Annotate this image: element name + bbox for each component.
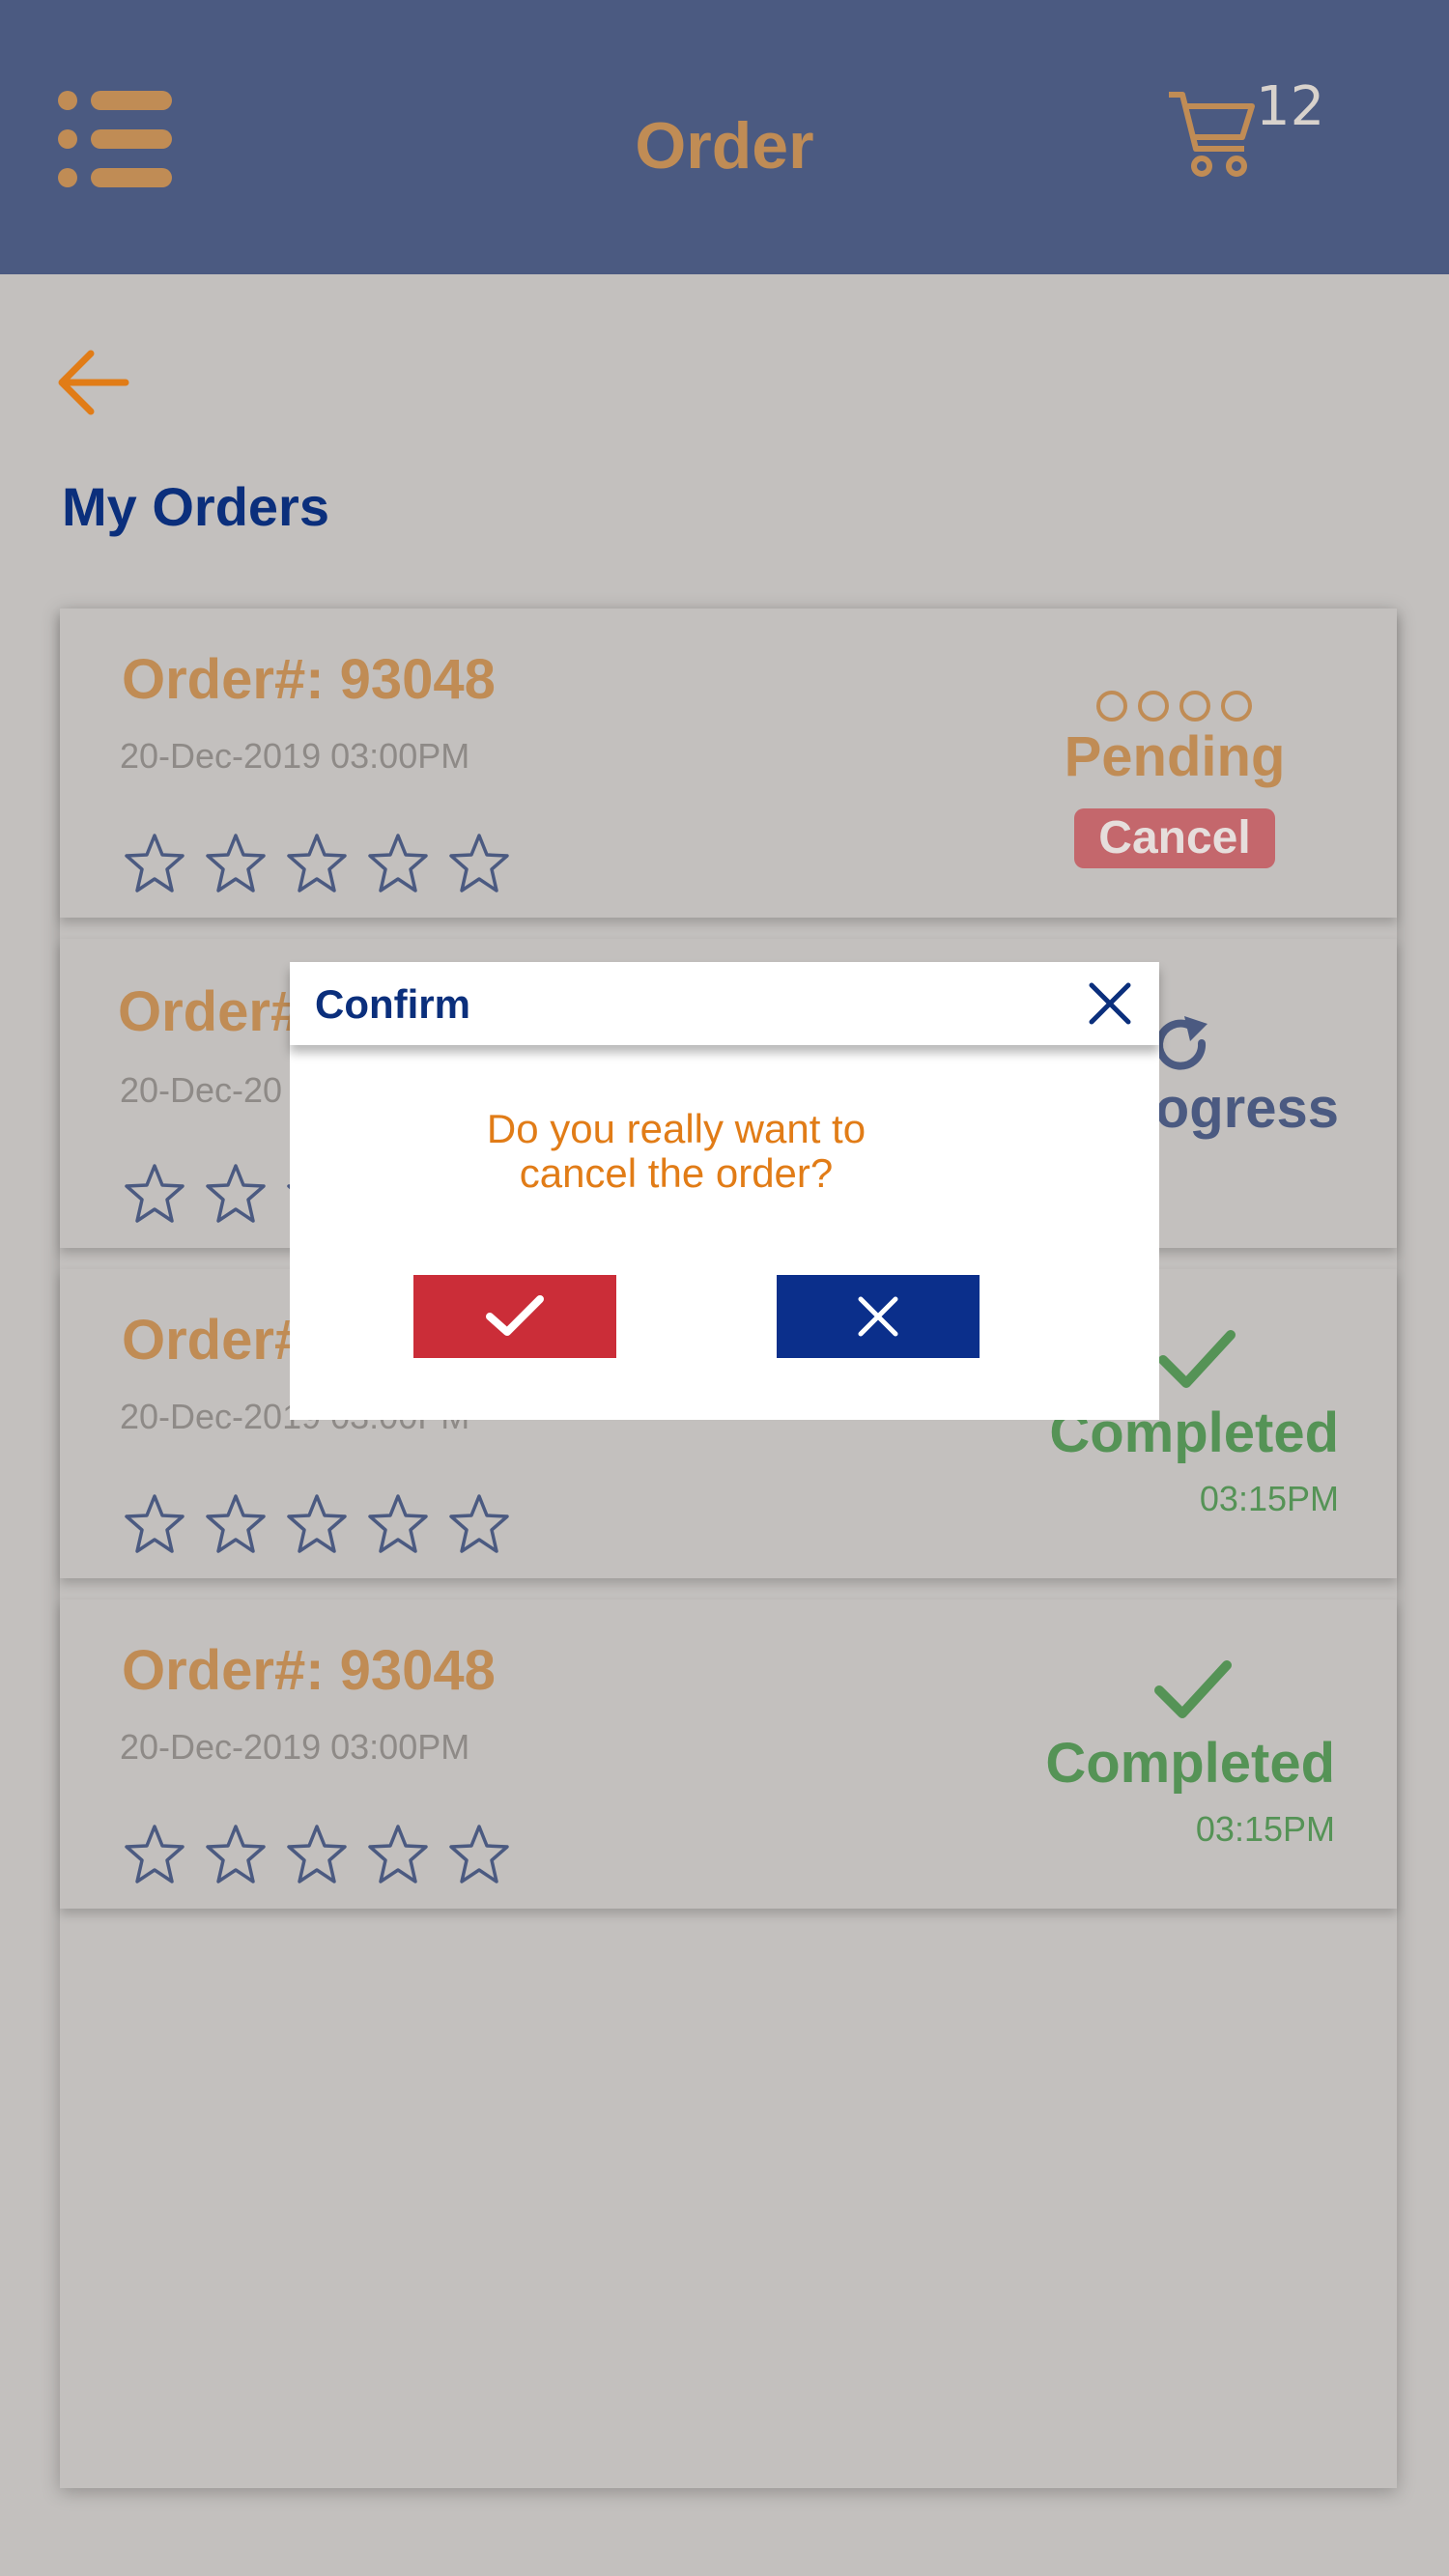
confirm-cancel-button[interactable] <box>413 1275 616 1358</box>
pending-dots-icon <box>1096 691 1252 722</box>
star-icon[interactable] <box>448 1493 510 1555</box>
star-icon[interactable] <box>205 1163 267 1225</box>
star-icon[interactable] <box>367 1824 429 1885</box>
order-number: Order# <box>118 980 302 1043</box>
star-icon[interactable] <box>286 1824 348 1885</box>
checkmark-icon <box>1158 1330 1236 1388</box>
checkmark-icon <box>1154 1660 1232 1718</box>
cart-count-badge: 12 <box>1256 75 1325 138</box>
order-date: 20-Dec-20 <box>120 1070 283 1110</box>
star-icon[interactable] <box>286 833 348 894</box>
close-icon[interactable] <box>1086 979 1134 1028</box>
app-header: Order 12 <box>0 0 1449 274</box>
star-icon[interactable] <box>124 1493 185 1555</box>
order-status: Completed 03:15PM <box>929 1657 1335 1850</box>
star-icon[interactable] <box>367 833 429 894</box>
star-icon[interactable] <box>124 1824 185 1885</box>
rating-stars <box>124 1493 510 1555</box>
dialog-message: Do you really want to cancel the order? <box>290 1107 1063 1196</box>
dialog-title-bar: Confirm <box>290 962 1159 1045</box>
shopping-cart-icon[interactable] <box>1167 89 1256 178</box>
rating-stars <box>124 833 510 894</box>
status-label: Pending <box>1064 725 1286 788</box>
dismiss-button[interactable] <box>777 1275 980 1358</box>
order-number: Order#: 93048 <box>122 1639 496 1702</box>
cancel-order-button[interactable]: Cancel <box>1074 808 1275 868</box>
close-icon <box>858 1296 898 1337</box>
dialog-message-line: Do you really want to <box>486 1106 867 1151</box>
refresh-icon <box>1155 1016 1208 1070</box>
order-date: 20-Dec-2019 03:00PM <box>120 736 470 776</box>
star-icon[interactable] <box>205 1824 267 1885</box>
star-icon[interactable] <box>448 833 510 894</box>
star-icon[interactable] <box>124 1163 185 1225</box>
star-icon[interactable] <box>205 1493 267 1555</box>
star-icon[interactable] <box>286 1493 348 1555</box>
completed-time: 03:15PM <box>1199 1479 1339 1518</box>
check-icon <box>486 1295 544 1336</box>
dialog-message-line: cancel the order? <box>519 1150 834 1196</box>
status-label: Completed <box>1045 1732 1335 1795</box>
order-status: Pending Cancel <box>1010 690 1339 868</box>
star-icon[interactable] <box>448 1824 510 1885</box>
rating-stars <box>124 1824 510 1885</box>
order-card[interactable]: Order#: 93048 20-Dec-2019 03:00PM Comple… <box>60 1599 1397 1909</box>
star-icon[interactable] <box>367 1493 429 1555</box>
dialog-title: Confirm <box>315 981 470 1027</box>
order-date: 20-Dec-2019 03:00PM <box>120 1727 470 1767</box>
order-card[interactable]: Order#: 93048 20-Dec-2019 03:00PM Pendin… <box>60 609 1397 918</box>
section-title: My Orders <box>62 476 329 537</box>
order-number: Order#: 93048 <box>122 648 496 711</box>
completed-time: 03:15PM <box>1195 1809 1335 1849</box>
star-icon[interactable] <box>124 833 185 894</box>
order-number: Order# <box>122 1309 306 1372</box>
arrow-left-icon[interactable] <box>56 348 129 417</box>
star-icon[interactable] <box>205 833 267 894</box>
confirm-dialog: Confirm Do you really want to cancel the… <box>290 962 1159 1420</box>
